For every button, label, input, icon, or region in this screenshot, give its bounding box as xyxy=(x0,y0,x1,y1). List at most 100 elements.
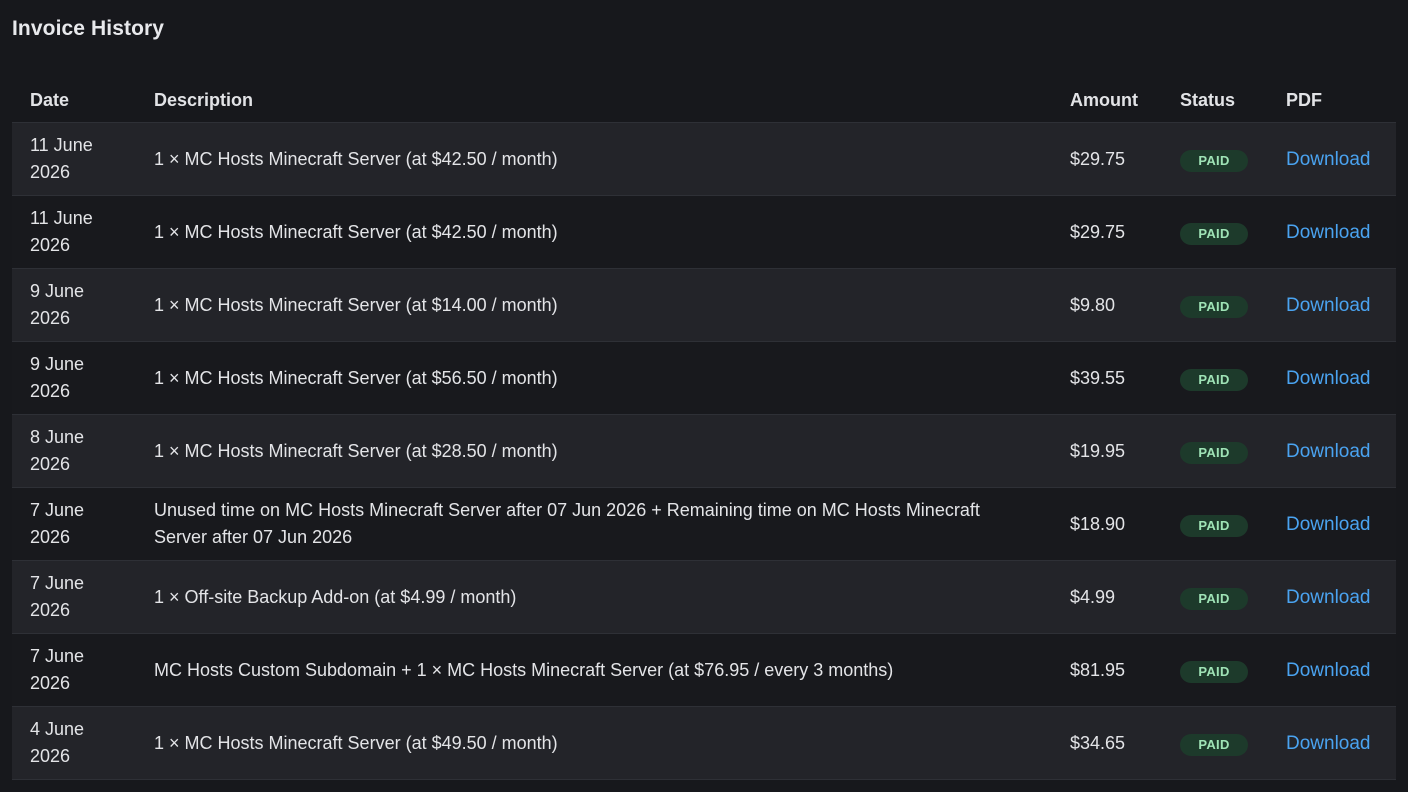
table-row: 7 June 2026 MC Hosts Custom Subdomain + 1… xyxy=(12,633,1396,707)
download-link[interactable]: Download xyxy=(1286,733,1371,754)
table-row: 8 June 2026 1 × MC Hosts Minecraft Server… xyxy=(12,414,1396,488)
table-row: 11 June 2026 1 × MC Hosts Minecraft Serve… xyxy=(12,122,1396,196)
pdf-cell: Download xyxy=(1286,487,1396,561)
table-row: 7 June 2026 1 × Off-site Backup Add-on (a… xyxy=(12,560,1396,634)
status-cell: PAID xyxy=(1180,122,1286,196)
description-cell: 1 × MC Hosts Minecraft Server (at $42.50… xyxy=(154,195,1070,269)
amount-cell: $39.55 xyxy=(1070,341,1180,415)
status-badge: PAID xyxy=(1180,368,1248,391)
date-cell: 7 June 2026 xyxy=(12,487,154,561)
status-badge: PAID xyxy=(1180,514,1248,537)
date-cell: 7 June 2026 xyxy=(12,560,154,634)
description-text: 1 × MC Hosts Minecraft Server (at $49.50… xyxy=(154,732,558,753)
status-badge: PAID xyxy=(1180,660,1248,683)
description-text: 1 × Off-site Backup Add-on (at $4.99 / m… xyxy=(154,586,517,607)
date-year: 2026 xyxy=(30,381,71,401)
date-year: 2026 xyxy=(30,162,71,182)
status-badge: PAID xyxy=(1180,295,1248,318)
status-cell: PAID xyxy=(1180,706,1286,780)
amount-cell: $34.65 xyxy=(1070,706,1180,780)
date-day: 9 June xyxy=(30,354,85,374)
status-cell: PAID xyxy=(1180,195,1286,269)
date-day: 8 June xyxy=(30,427,85,447)
status-cell: PAID xyxy=(1180,560,1286,634)
amount-cell: $18.90 xyxy=(1070,487,1180,561)
description-cell: 1 × MC Hosts Minecraft Server (at $28.50… xyxy=(154,414,1070,488)
date-day: 9 June xyxy=(30,281,85,301)
table-row: 9 June 2026 1 × MC Hosts Minecraft Server… xyxy=(12,268,1396,342)
amount-cell: $29.75 xyxy=(1070,195,1180,269)
header-description: Description xyxy=(154,79,1070,123)
date-year: 2026 xyxy=(30,308,71,328)
status-badge: PAID xyxy=(1180,222,1248,245)
status-cell: PAID xyxy=(1180,268,1286,342)
page-title: Invoice History xyxy=(12,17,165,40)
description-cell: 1 × MC Hosts Minecraft Server (at $56.50… xyxy=(154,341,1070,415)
date-year: 2026 xyxy=(30,235,71,255)
description-cell: Unused time on MC Hosts Minecraft Server… xyxy=(154,487,1070,561)
date-day: 4 June xyxy=(30,719,85,739)
status-badge: PAID xyxy=(1180,733,1248,756)
table-row: 9 June 2026 1 × MC Hosts Minecraft Server… xyxy=(12,341,1396,415)
date-year: 2026 xyxy=(30,673,71,693)
description-text: 1 × MC Hosts Minecraft Server (at $42.50… xyxy=(154,221,558,242)
date-cell: 8 June 2026 xyxy=(12,414,154,488)
description-text: MC Hosts Custom Subdomain + 1 × MC Hosts… xyxy=(154,659,894,680)
date-year: 2026 xyxy=(30,527,71,547)
table-row: 4 June 2026 1 × MC Hosts Minecraft Server… xyxy=(12,706,1396,780)
status-cell: PAID xyxy=(1180,414,1286,488)
amount-cell: $4.99 xyxy=(1070,560,1180,634)
amount-cell: $29.75 xyxy=(1070,122,1180,196)
date-cell: 7 June 2026 xyxy=(12,633,154,707)
download-link[interactable]: Download xyxy=(1286,514,1371,535)
pdf-cell: Download xyxy=(1286,706,1396,780)
status-badge: PAID xyxy=(1180,149,1248,172)
date-year: 2026 xyxy=(30,746,71,766)
header-date: Date xyxy=(12,79,154,123)
table-header-row: Date Description Amount Status PDF xyxy=(12,79,1396,123)
description-text: 1 × MC Hosts Minecraft Server (at $28.50… xyxy=(154,440,558,461)
pdf-cell: Download xyxy=(1286,268,1396,342)
date-year: 2026 xyxy=(30,454,71,474)
header-pdf: PDF xyxy=(1286,79,1396,123)
download-link[interactable]: Download xyxy=(1286,149,1371,170)
description-cell: 1 × MC Hosts Minecraft Server (at $14.00… xyxy=(154,268,1070,342)
description-cell: 1 × MC Hosts Minecraft Server (at $49.50… xyxy=(154,706,1070,780)
date-cell: 9 June 2026 xyxy=(12,341,154,415)
pdf-cell: Download xyxy=(1286,122,1396,196)
date-cell: 11 June 2026 xyxy=(12,195,154,269)
date-day: 11 June xyxy=(30,135,93,155)
pdf-cell: Download xyxy=(1286,414,1396,488)
date-day: 7 June xyxy=(30,500,85,520)
date-cell: 9 June 2026 xyxy=(12,268,154,342)
status-cell: PAID xyxy=(1180,487,1286,561)
description-cell: 1 × Off-site Backup Add-on (at $4.99 / m… xyxy=(154,560,1070,634)
description-text: 1 × MC Hosts Minecraft Server (at $42.50… xyxy=(154,148,558,169)
description-cell: 1 × MC Hosts Minecraft Server (at $42.50… xyxy=(154,122,1070,196)
date-day: 11 June xyxy=(30,208,93,228)
download-link[interactable]: Download xyxy=(1286,295,1371,316)
pdf-cell: Download xyxy=(1286,341,1396,415)
description-text: 1 × MC Hosts Minecraft Server (at $56.50… xyxy=(154,367,558,388)
download-link[interactable]: Download xyxy=(1286,441,1371,462)
date-day: 7 June xyxy=(30,646,85,666)
download-link[interactable]: Download xyxy=(1286,368,1371,389)
download-link[interactable]: Download xyxy=(1286,222,1371,243)
date-year: 2026 xyxy=(30,600,71,620)
header-amount: Amount xyxy=(1070,79,1180,123)
table-row: 11 June 2026 1 × MC Hosts Minecraft Serve… xyxy=(12,195,1396,269)
header-status: Status xyxy=(1180,79,1286,123)
date-cell: 4 June 2026 xyxy=(12,706,154,780)
download-link[interactable]: Download xyxy=(1286,587,1371,608)
description-text: 1 × MC Hosts Minecraft Server (at $14.00… xyxy=(154,294,558,315)
description-text: Unused time on MC Hosts Minecraft Server… xyxy=(154,500,980,547)
amount-cell: $19.95 xyxy=(1070,414,1180,488)
pdf-cell: Download xyxy=(1286,633,1396,707)
date-day: 7 June xyxy=(30,573,85,593)
download-link[interactable]: Download xyxy=(1286,660,1371,681)
amount-cell: $81.95 xyxy=(1070,633,1180,707)
amount-cell: $9.80 xyxy=(1070,268,1180,342)
status-badge: PAID xyxy=(1180,441,1248,464)
pdf-cell: Download xyxy=(1286,195,1396,269)
pdf-cell: Download xyxy=(1286,560,1396,634)
